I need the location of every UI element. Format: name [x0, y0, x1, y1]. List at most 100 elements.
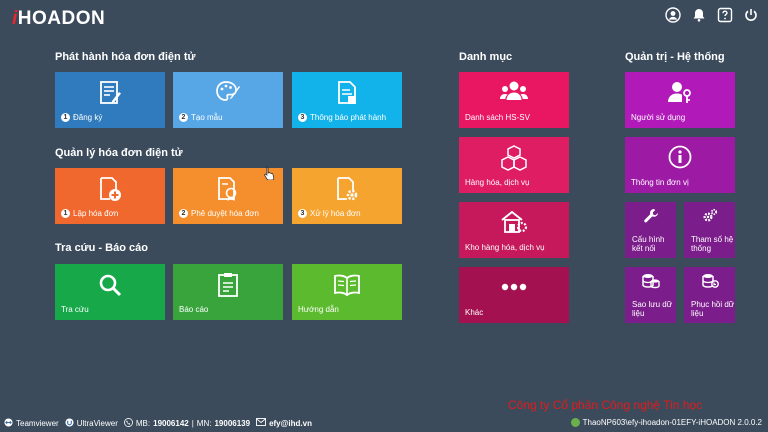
ultraviewer-label: UltraViewer [76, 418, 118, 428]
tile-text: Xử lý hóa đơn [310, 209, 361, 218]
database-backup-icon [641, 273, 660, 289]
tile-text: Sao lưu dữ liệu [632, 300, 673, 318]
mb-label: MB: [135, 418, 151, 428]
section-title-lookup: Tra cứu - Báo cáo [55, 242, 148, 254]
tile-process-invoice[interactable]: 3 Xử lý hóa đơn [292, 168, 402, 224]
mn-number: 19006139 [214, 418, 251, 428]
tile-text: Tạo mẫu [191, 113, 223, 122]
tile-connection[interactable]: Cấu hình kết nối [625, 202, 676, 258]
tile-text: Lập hóa đơn [73, 209, 119, 218]
tile-template[interactable]: 2 Tạo mẫu [173, 72, 283, 128]
teamviewer-link[interactable]: Teamviewer [4, 417, 59, 429]
tile-lookup[interactable]: Tra cứu [55, 264, 165, 320]
more-icon [501, 283, 527, 291]
tile-params[interactable]: Tham số hệ thống [684, 202, 735, 258]
tile-other-label: Khác [465, 308, 483, 317]
step-number: 3 [298, 209, 307, 218]
separator: | [191, 418, 194, 428]
tile-text: Tra cứu [61, 305, 89, 314]
clipboard-report-icon [217, 272, 239, 298]
tile-goods-label: Hàng hóa, dịch vụ [465, 178, 530, 187]
tile-notice[interactable]: 3 Thông báo phát hành [292, 72, 402, 128]
tile-unit-info-label: Thông tin đơn vị [631, 178, 689, 187]
document-notice-icon [335, 80, 359, 106]
boxes-icon [500, 145, 528, 171]
step-number: 1 [61, 209, 70, 218]
tile-text: Người sử dụng [631, 113, 686, 122]
email-address: efy@ihd.vn [269, 418, 312, 428]
tile-text: Khác [465, 308, 484, 317]
step-number: 2 [179, 113, 188, 122]
tile-text: Kho hàng hóa, dịch vụ [465, 243, 545, 252]
tile-text: Đăng ký [73, 113, 103, 122]
palette-icon [215, 80, 241, 104]
warehouse-icon [500, 210, 528, 234]
step-number: 2 [179, 209, 188, 218]
tile-warehouse[interactable]: Kho hàng hóa, dịch vụ [459, 202, 569, 258]
email-link[interactable]: efy@ihd.vn [256, 418, 312, 428]
document-add-icon [98, 176, 122, 202]
hotline-info: MB: 19006142 | MN: 19006139 [123, 417, 251, 429]
teamviewer-label: Teamviewer [16, 418, 59, 428]
tile-connection-label: Cấu hình kết nối [632, 235, 676, 253]
tile-users-label: Người sử dụng [631, 113, 685, 122]
tile-template-label: 2 Tạo mẫu [179, 113, 223, 122]
tile-students-label: Danh sách HS-SV [465, 113, 530, 122]
tile-restore-label: Phục hồi dữ liệu [691, 300, 735, 318]
tile-restore[interactable]: Phục hồi dữ liệu [684, 267, 735, 323]
tile-other[interactable]: Khác [459, 267, 569, 323]
user-key-icon [667, 80, 693, 104]
session-path: ThaoNP603\efy-ihoadon-01EFY-iHOADON 2.0.… [570, 418, 762, 427]
tile-report[interactable]: Báo cáo [173, 264, 283, 320]
tile-text: Phục hồi dữ liệu [691, 300, 735, 318]
top-bar: iHOADON [0, 0, 768, 36]
help-icon[interactable] [716, 6, 734, 24]
tile-text: Báo cáo [179, 305, 209, 314]
document-edit-icon [98, 80, 122, 106]
ultraviewer-link[interactable]: UltraViewer [65, 417, 118, 429]
open-book-icon [333, 273, 361, 297]
tile-lookup-label: Tra cứu [61, 305, 89, 314]
tile-guide-label: Hướng dẫn [298, 305, 339, 314]
mn-label: MN: [196, 418, 212, 428]
section-title-admin: Quản trị - Hệ thống [625, 51, 725, 63]
tile-guide[interactable]: Hướng dẫn [292, 264, 402, 320]
user-icon[interactable] [664, 6, 682, 24]
power-icon[interactable] [742, 6, 760, 24]
bell-icon[interactable] [690, 6, 708, 24]
tile-backup-label: Sao lưu dữ liệu [632, 300, 676, 318]
tile-text: Danh sách HS-SV [465, 113, 530, 122]
top-icons [664, 6, 760, 24]
teamviewer-icon [4, 417, 13, 429]
tile-backup[interactable]: Sao lưu dữ liệu [625, 267, 676, 323]
tile-create-invoice-label: 1 Lập hóa đơn [61, 209, 118, 218]
tile-register-label: 1 Đăng ký [61, 113, 102, 122]
server-icon [570, 418, 580, 427]
tile-goods[interactable]: Hàng hóa, dịch vụ [459, 137, 569, 193]
tile-approve-invoice-label: 2 Phê duyệt hóa đơn [179, 209, 259, 218]
document-settings-icon [335, 176, 359, 202]
app-logo[interactable]: iHOADON [12, 8, 105, 30]
tile-students[interactable]: Danh sách HS-SV [459, 72, 569, 128]
tile-text: Hướng dẫn [298, 305, 339, 314]
tile-report-label: Báo cáo [179, 305, 208, 314]
session-path-text: ThaoNP603\efy-ihoadon-01EFY-iHOADON 2.0.… [582, 418, 762, 427]
tile-users[interactable]: Người sử dụng [625, 72, 735, 128]
tile-register[interactable]: 1 Đăng ký [55, 72, 165, 128]
tile-process-invoice-label: 3 Xử lý hóa đơn [298, 209, 361, 218]
database-restore-icon [701, 273, 719, 289]
users-group-icon [500, 80, 528, 104]
tile-text: Thông báo phát hành [310, 113, 387, 122]
company-name: Công ty Cổ phần Công nghệ Tin học [508, 398, 703, 412]
tile-text: Tham số hệ thống [691, 235, 734, 253]
tile-unit-info[interactable]: Thông tin đơn vị [625, 137, 735, 193]
section-title-issue: Phát hành hóa đơn điện tử [55, 51, 196, 63]
phone-icon [123, 417, 133, 429]
ultraviewer-icon [65, 417, 74, 429]
tile-notice-label: 3 Thông báo phát hành [298, 113, 386, 122]
wrench-icon [643, 208, 659, 224]
info-icon [668, 145, 692, 169]
tile-create-invoice[interactable]: 1 Lập hóa đơn [55, 168, 165, 224]
mb-number: 19006142 [153, 418, 189, 428]
document-approve-icon [216, 176, 240, 202]
